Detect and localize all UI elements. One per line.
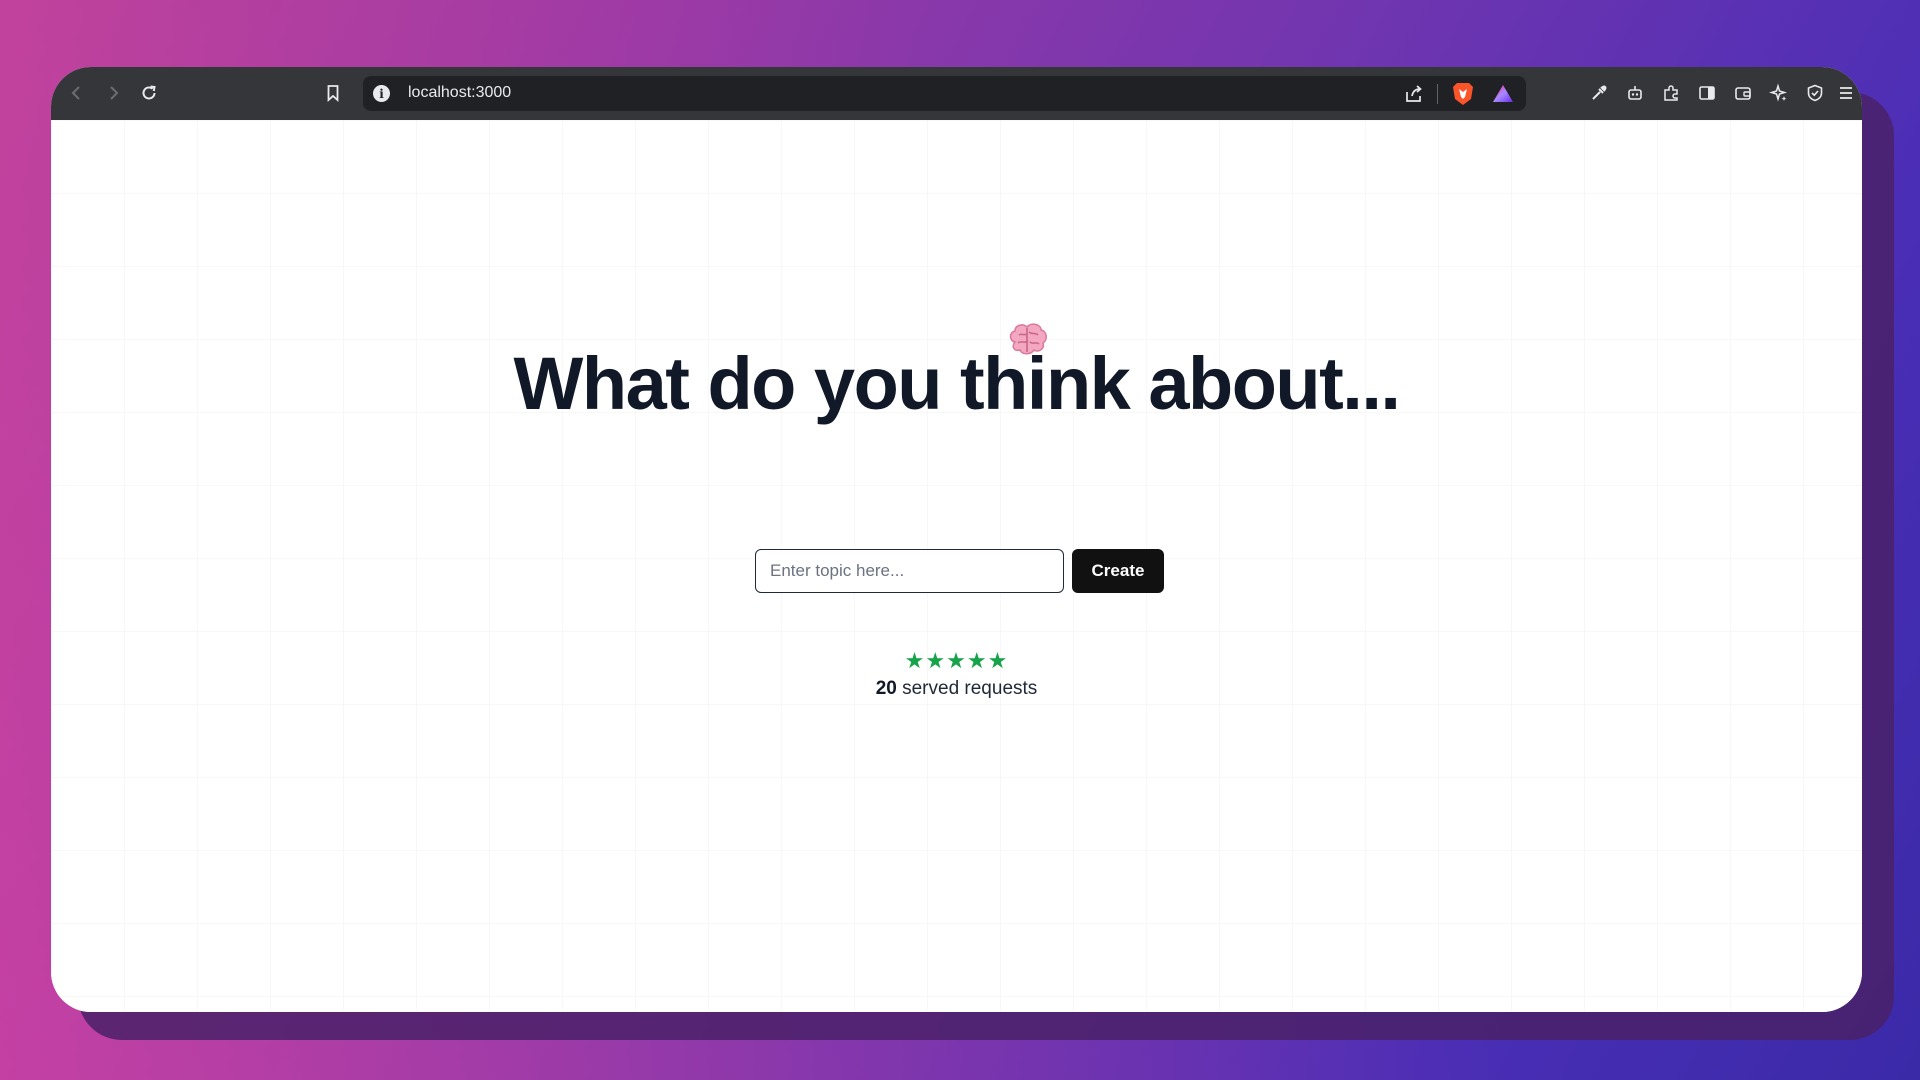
- browser-window: i localhost:3000 What do you think about…: [51, 67, 1862, 1012]
- rating-stars: ★★★★★: [51, 651, 1862, 673]
- back-icon[interactable]: [63, 79, 91, 107]
- address-bar[interactable]: i localhost:3000: [363, 76, 1526, 111]
- star-icon: ★: [904, 649, 926, 674]
- forward-icon[interactable]: [99, 79, 127, 107]
- headline-text: What do you think about...: [513, 342, 1401, 425]
- star-icon: ★: [987, 649, 1009, 674]
- create-button[interactable]: Create: [1072, 549, 1164, 593]
- bookmark-icon[interactable]: [319, 79, 347, 107]
- brave-rewards-icon[interactable]: [1491, 82, 1515, 106]
- page-headline: What do you think about...: [513, 323, 1401, 429]
- eyedropper-icon[interactable]: [1585, 79, 1613, 107]
- star-icon: ★: [966, 649, 988, 674]
- menu-icon[interactable]: [1832, 79, 1860, 107]
- served-label: served requests: [902, 678, 1038, 699]
- brain-icon: [1009, 323, 1047, 355]
- browser-toolbar: i localhost:3000: [51, 67, 1862, 120]
- served-requests: 20 served requests: [51, 678, 1862, 700]
- served-count: 20: [875, 678, 897, 699]
- site-info-icon[interactable]: i: [373, 85, 390, 102]
- share-icon[interactable]: [1403, 83, 1425, 105]
- url-text[interactable]: localhost:3000: [408, 84, 511, 102]
- page-content: What do you think about... Create ★★★★★ …: [51, 120, 1862, 1012]
- customize-icon[interactable]: [1765, 79, 1793, 107]
- topic-form: Create: [755, 549, 1165, 595]
- leo-ai-icon[interactable]: [1621, 79, 1649, 107]
- address-separator: [1437, 84, 1438, 104]
- extensions-icon[interactable]: [1657, 79, 1685, 107]
- headline-wrap: What do you think about...: [51, 323, 1862, 429]
- wallet-icon[interactable]: [1729, 79, 1757, 107]
- reload-icon[interactable]: [135, 79, 163, 107]
- brave-shields-icon[interactable]: [1451, 81, 1475, 107]
- star-icon: ★: [946, 649, 967, 674]
- topic-input[interactable]: [755, 549, 1064, 593]
- star-icon: ★: [925, 649, 947, 674]
- sidebar-icon[interactable]: [1693, 79, 1721, 107]
- vpn-icon[interactable]: [1801, 79, 1829, 107]
